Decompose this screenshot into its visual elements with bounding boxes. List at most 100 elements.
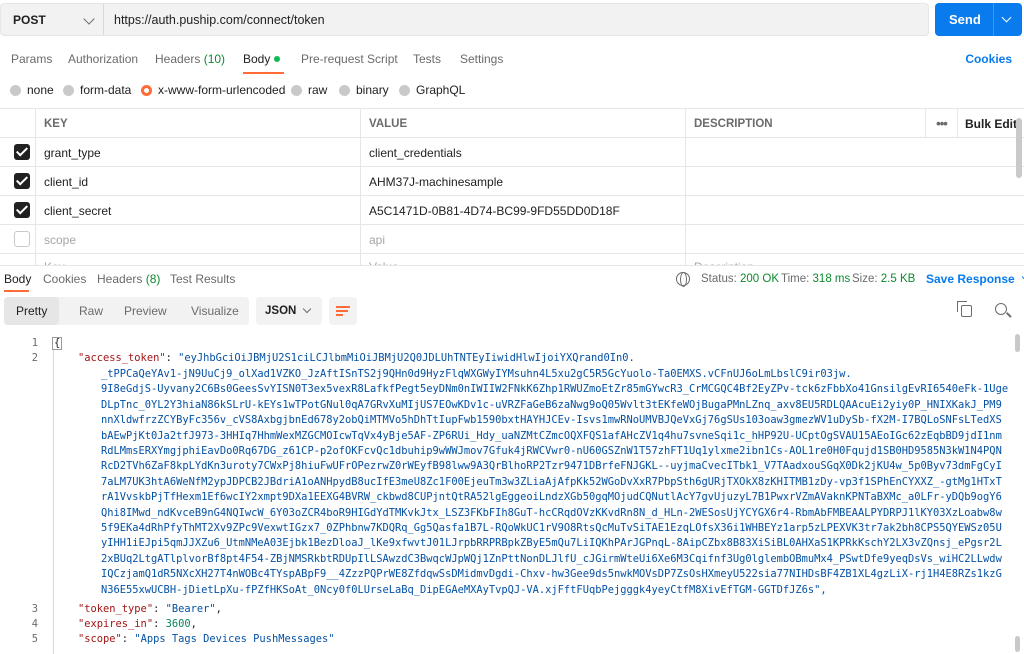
- body-modified-dot-icon: [274, 56, 281, 62]
- response-tab-test-results[interactable]: Test Results: [170, 272, 235, 286]
- param-key[interactable]: grant_type: [35, 138, 360, 167]
- view-pretty-button[interactable]: Pretty: [4, 297, 60, 325]
- param-description[interactable]: [685, 225, 1024, 254]
- globe-icon[interactable]: [676, 272, 690, 287]
- radio-circle-icon: [291, 84, 302, 96]
- tab-pre-request-script[interactable]: Pre-request Script: [301, 52, 398, 66]
- code-scrollbar[interactable]: [1015, 334, 1020, 352]
- search-icon[interactable]: [995, 303, 1007, 315]
- column-header-value: VALUE: [360, 109, 685, 138]
- param-key[interactable]: client_id: [35, 167, 360, 196]
- copy-icon[interactable]: [957, 301, 972, 317]
- row-checkbox[interactable]: [14, 202, 30, 218]
- table-row: client_id AHM37J-machinesample: [0, 167, 1024, 196]
- indent-guide: [53, 350, 54, 654]
- radio-circle-icon: [63, 84, 74, 96]
- token-line: RcD2TVh6ZaF8kpLYdKn3uroty7CWxPj8hiuFwUFr…: [101, 460, 1002, 472]
- param-value[interactable]: api: [360, 225, 685, 254]
- table-row-new: Key Value Description: [0, 254, 1024, 265]
- tab-body[interactable]: Body: [243, 52, 281, 66]
- code-line: "expires_in": 3600,: [78, 618, 197, 630]
- response-body-code[interactable]: 1 2 3 4 5 { "access_token": "eyJhbGciOiJ…: [0, 334, 1012, 654]
- bulk-edit-button[interactable]: Bulk Edit: [957, 109, 1024, 138]
- size-info: Size: 2.5 KB: [852, 273, 916, 285]
- token-line: nnXldwfrzZCYByFc356v_cVS8AxbgjbnEd678y2o…: [101, 414, 1002, 426]
- tab-headers[interactable]: Headers (10): [155, 52, 225, 66]
- response-size[interactable]: 2.5 KB: [881, 273, 916, 285]
- line-number: 3: [31, 603, 38, 615]
- radio-binary[interactable]: binary: [339, 83, 389, 97]
- token-line: _tPPCaQeYAv1-jN9UuCj9_olXad1VZKO_JzAftIS…: [101, 368, 852, 380]
- radio-raw[interactable]: raw: [291, 83, 327, 97]
- view-raw-button[interactable]: Raw: [79, 297, 103, 325]
- status-code[interactable]: 200 OK: [740, 273, 779, 285]
- code-scrollbar-bottom[interactable]: [1015, 636, 1020, 652]
- tab-params[interactable]: Params: [11, 52, 52, 66]
- chevron-down-icon: [83, 13, 95, 25]
- table-row: client_secret A5C1471D-0B81-4D74-BC99-9F…: [0, 196, 1024, 225]
- url-text: https://auth.puship.com/connect/token: [114, 12, 325, 27]
- view-preview-button[interactable]: Preview: [124, 297, 167, 325]
- radio-none[interactable]: none: [10, 83, 54, 97]
- code-line: {: [52, 336, 63, 351]
- token-line: IQCzjamQ1dR5NXcXH27T4nWOBc4TYspABpF9__4Z…: [101, 568, 1002, 580]
- token-line: Qhi8IMwd_ndKvceB9nG4NQIwcW_6Y03oZCR4boR9…: [101, 507, 1002, 519]
- new-key-input[interactable]: Key: [35, 254, 360, 265]
- wrap-lines-icon[interactable]: [329, 297, 357, 325]
- request-bar: POST https://auth.puship.com/connect/tok…: [0, 0, 1024, 42]
- radio-form-data[interactable]: form-data: [63, 83, 131, 97]
- code-line: "scope": "Apps Tags Devices PushMessages…: [78, 633, 335, 645]
- new-description-input[interactable]: Description: [685, 254, 1024, 265]
- method-select[interactable]: POST: [0, 3, 104, 36]
- format-select[interactable]: JSON: [256, 297, 322, 325]
- response-tab-cookies[interactable]: Cookies: [43, 272, 86, 286]
- param-value[interactable]: A5C1471D-0B81-4D74-BC99-9FD55DD0D18F: [360, 196, 685, 225]
- cookies-link[interactable]: Cookies: [965, 52, 1012, 66]
- new-value-input[interactable]: Value: [360, 254, 685, 265]
- token-line: RdLMmsERXYmgjphiEavDo0Rq67DG_z61CP-p2ofO…: [101, 445, 1002, 457]
- tab-authorization[interactable]: Authorization: [68, 52, 138, 66]
- radio-circle-icon: [399, 84, 410, 96]
- token-line: DLpTnc_0YL2Y3hiaN86kSLrU-kEYs1wTPotGNul0…: [101, 399, 1002, 411]
- save-response-button[interactable]: Save Response: [926, 272, 1024, 286]
- tab-tests[interactable]: Tests: [413, 52, 441, 66]
- tab-settings[interactable]: Settings: [460, 52, 503, 66]
- response-time[interactable]: 318 ms: [813, 273, 851, 285]
- row-checkbox[interactable]: [14, 144, 30, 160]
- token-line: yIHH1iEJpi5qmJJXZu6_UtmNMeA03Ejbk1BezDlo…: [101, 537, 1002, 549]
- response-tab-body[interactable]: Body: [4, 272, 31, 286]
- token-line: bAEwPjKt0Ja2tfJ973-3HHIq7HhmWexMZGCMOIcw…: [101, 430, 1002, 442]
- param-description[interactable]: [685, 167, 1024, 196]
- row-checkbox[interactable]: [14, 231, 30, 247]
- view-visualize-button[interactable]: Visualize: [191, 297, 239, 325]
- response-tab-headers[interactable]: Headers (8): [97, 272, 160, 286]
- send-options-chevron-icon[interactable]: [1001, 12, 1012, 23]
- radio-x-www-form-urlencoded[interactable]: x-www-form-urlencoded: [141, 83, 285, 97]
- send-label: Send: [949, 12, 981, 27]
- param-value[interactable]: client_credentials: [360, 138, 685, 167]
- table-scrollbar[interactable]: [1016, 118, 1022, 178]
- send-button[interactable]: Send: [935, 3, 1022, 36]
- radio-circle-icon: [339, 84, 350, 96]
- param-key[interactable]: client_secret: [35, 196, 360, 225]
- more-options-icon[interactable]: •••: [925, 109, 957, 138]
- param-description[interactable]: [685, 196, 1024, 225]
- headers-count: (10): [203, 52, 226, 66]
- access-token-value: "eyJhbGciOiJBMjU2S1ciLCJlbmMiOiJBMjU2Q0J…: [178, 352, 635, 364]
- radio-selected-icon: [141, 84, 152, 96]
- time-info: Time: 318 ms: [781, 273, 851, 285]
- open-brace: {: [52, 337, 63, 350]
- response-headers-count: (8): [145, 272, 161, 286]
- code-line: "token_type": "Bearer",: [78, 603, 222, 615]
- url-input[interactable]: https://auth.puship.com/connect/token: [104, 3, 929, 36]
- param-description[interactable]: [685, 138, 1024, 167]
- radio-graphql[interactable]: GraphQL: [399, 83, 465, 97]
- column-header-key: KEY: [35, 109, 360, 138]
- param-value[interactable]: AHM37J-machinesample: [360, 167, 685, 196]
- row-checkbox[interactable]: [14, 173, 30, 189]
- table-row: scope api: [0, 225, 1024, 254]
- param-key[interactable]: scope: [35, 225, 360, 254]
- send-divider: [993, 3, 994, 36]
- scope-value: "Apps Tags Devices PushMessages": [134, 633, 335, 645]
- table-header-row: KEY VALUE DESCRIPTION ••• Bulk Edit: [0, 109, 1024, 138]
